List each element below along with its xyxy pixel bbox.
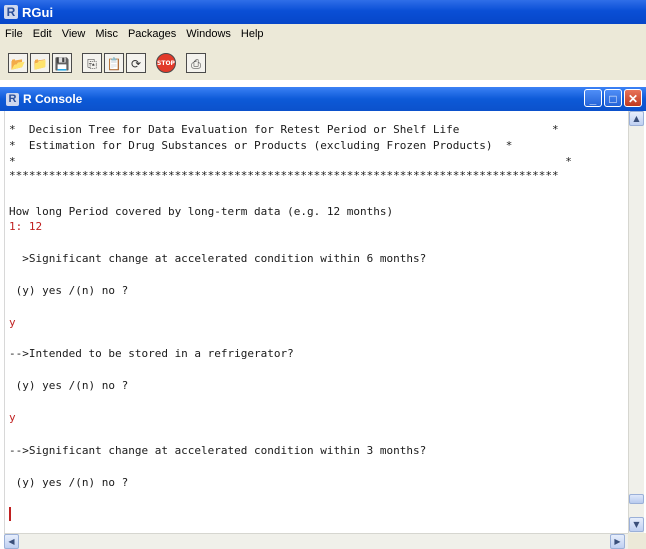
minimize-icon: _ [589, 92, 597, 106]
menu-misc[interactable]: Misc [90, 28, 123, 40]
menu-packages[interactable]: Packages [123, 28, 181, 40]
console-line: -->Intended to be stored in a refrigerat… [9, 347, 294, 360]
stop-button[interactable]: STOP [156, 53, 176, 73]
maximize-icon: □ [609, 92, 617, 106]
scroll-up-button[interactable]: ▲ [629, 111, 644, 126]
toolbar: 📂 📁 💾 ⎘ 📋 ⟳ STOP ⎙ [0, 44, 646, 81]
menu-help[interactable]: Help [236, 28, 269, 40]
scroll-right-button[interactable]: ▶ [610, 534, 625, 549]
save-workspace-button[interactable]: 💾 [52, 53, 72, 73]
console-line: * Estimation for Drug Substances or Prod… [9, 139, 513, 152]
menu-bar: File Edit View Misc Packages Windows Hel… [0, 24, 646, 44]
stop-icon: STOP [157, 60, 175, 67]
close-icon: ✕ [627, 92, 639, 106]
console-output[interactable]: * Decision Tree for Data Evaluation for … [4, 111, 627, 533]
console-input-line: y [9, 411, 16, 424]
minimize-button[interactable]: _ [584, 89, 602, 107]
save-workspace-icon: 💾 [54, 57, 70, 71]
load-workspace-button[interactable]: 📁 [30, 53, 50, 73]
app-title: RGui [22, 4, 54, 20]
load-workspace-icon: 📁 [32, 57, 48, 71]
paste-icon: 📋 [106, 57, 122, 71]
console-title: R Console [23, 92, 83, 106]
console-input-line: y [9, 316, 16, 329]
vertical-scrollbar[interactable]: ▲ ▼ [628, 111, 644, 533]
copy-button[interactable]: ⎘ [82, 53, 102, 73]
copy-icon: ⎘ [87, 57, 97, 71]
copy-paste-icon: ⟳ [130, 57, 142, 71]
open-script-icon: 📂 [10, 57, 26, 71]
text-cursor [9, 507, 11, 521]
console-r-logo-icon: R [6, 92, 19, 106]
open-script-button[interactable]: 📂 [8, 53, 28, 73]
console-title-bar[interactable]: R R Console _ □ ✕ [0, 87, 646, 111]
console-line: ****************************************… [9, 169, 559, 182]
copy-paste-button[interactable]: ⟳ [126, 53, 146, 73]
console-input-line: 1: 12 [9, 220, 43, 233]
r-logo-icon: R [4, 5, 18, 19]
maximize-button[interactable]: □ [604, 89, 622, 107]
print-icon: ⎙ [191, 57, 201, 71]
console-line: (y) yes /(n) no ? [9, 379, 129, 392]
app-title-bar[interactable]: R RGui [0, 0, 646, 24]
menu-view[interactable]: View [57, 28, 91, 40]
paste-button[interactable]: 📋 [104, 53, 124, 73]
scroll-left-button[interactable]: ◀ [4, 534, 19, 549]
console-line: >Significant change at accelerated condi… [9, 252, 427, 265]
menu-file[interactable]: File [0, 28, 28, 40]
print-button[interactable]: ⎙ [186, 53, 206, 73]
console-line: (y) yes /(n) no ? [9, 476, 129, 489]
menu-windows[interactable]: Windows [181, 28, 236, 40]
scroll-down-button[interactable]: ▼ [629, 517, 644, 532]
console-line: * Decision Tree for Data Evaluation for … [9, 123, 559, 136]
close-button[interactable]: ✕ [624, 89, 642, 107]
menu-edit[interactable]: Edit [28, 28, 57, 40]
console-line: * * [9, 155, 572, 168]
resize-grip[interactable] [628, 533, 646, 549]
console-line: How long Period covered by long-term dat… [9, 205, 394, 218]
console-line: (y) yes /(n) no ? [9, 284, 129, 297]
console-line: -->Significant change at accelerated con… [9, 444, 427, 457]
scroll-thumb[interactable] [629, 494, 644, 504]
horizontal-scrollbar[interactable]: ◀ ▶ [4, 533, 628, 549]
